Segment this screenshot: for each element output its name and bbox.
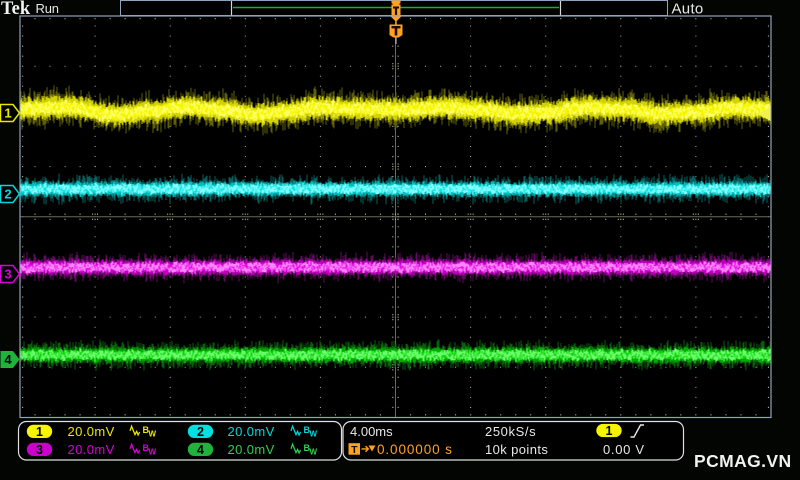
svg-text:1: 1 [4,106,11,121]
svg-text:1: 1 [36,425,43,439]
svg-text:0.000000 s: 0.000000 s [377,442,453,457]
svg-text:Auto: Auto [672,1,704,18]
svg-text:4: 4 [197,443,204,457]
svg-text:10k points: 10k points [485,442,548,457]
svg-text:1: 1 [606,424,613,438]
svg-text:3: 3 [4,267,11,282]
svg-text:0.00 V: 0.00 V [603,442,645,457]
svg-text:2: 2 [4,187,11,202]
svg-text:20.0mV: 20.0mV [68,442,115,457]
svg-text:W: W [149,447,157,456]
svg-text:20.0mV: 20.0mV [228,442,275,457]
svg-text:3: 3 [36,443,43,457]
svg-text:4: 4 [4,352,12,367]
svg-text:2: 2 [197,425,204,439]
svg-text:20.0mV: 20.0mV [68,424,115,439]
svg-text:W: W [310,447,318,456]
svg-text:250kS/s: 250kS/s [485,424,536,439]
svg-text:4.00ms: 4.00ms [350,424,393,439]
svg-text:PCMAG.VN: PCMAG.VN [694,451,792,471]
svg-text:W: W [149,429,157,438]
svg-text:20.0mV: 20.0mV [228,424,275,439]
svg-text:Run: Run [36,1,59,16]
svg-text:W: W [310,429,318,438]
svg-text:T: T [351,444,358,456]
